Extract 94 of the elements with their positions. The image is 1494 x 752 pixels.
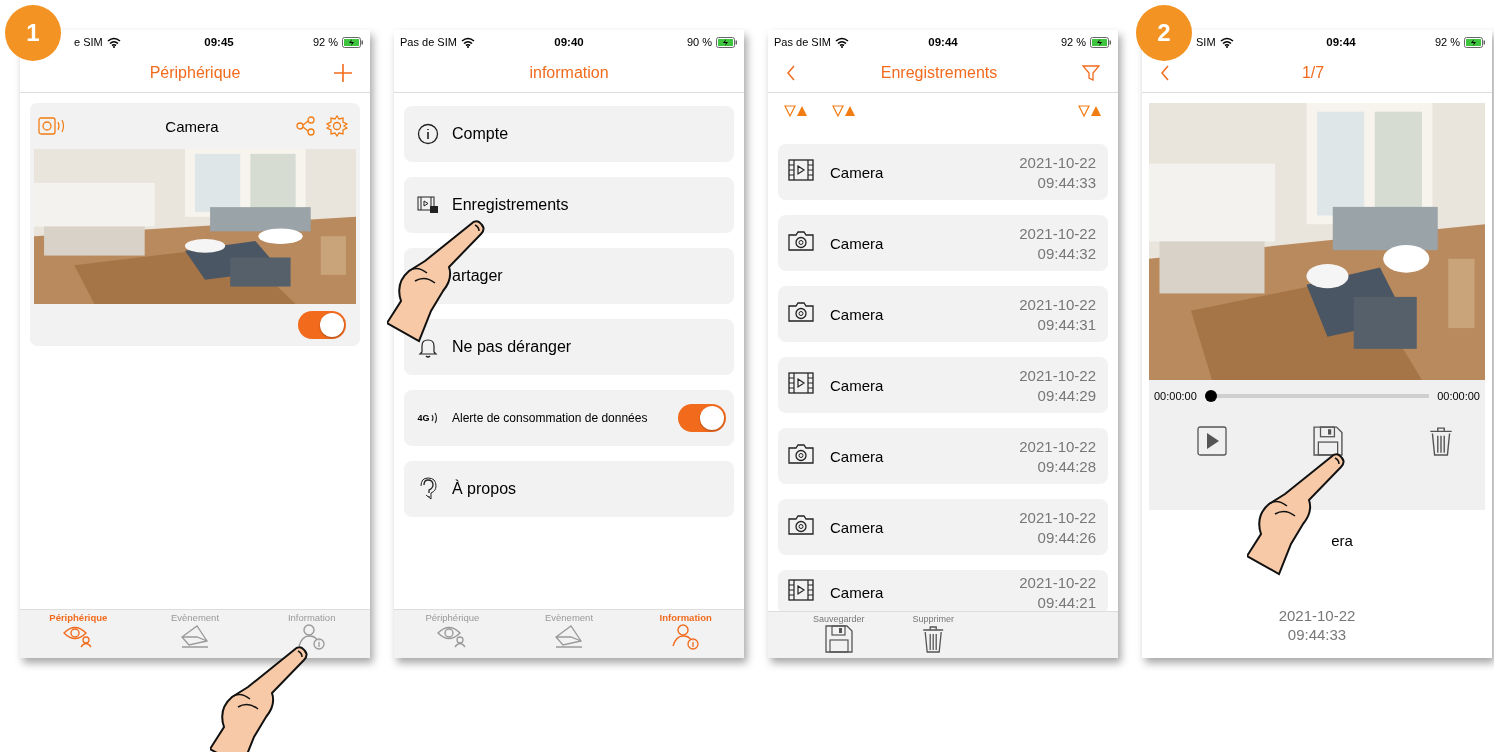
total-time: 00:00:00 (1437, 390, 1480, 402)
recording-time: 09:44:33 (1287, 626, 1347, 643)
status-time: 09:40 (554, 36, 584, 48)
battery-icon (1464, 36, 1486, 48)
recording-date: 2021-10-22 (1278, 607, 1356, 624)
wifi-icon (460, 36, 475, 48)
action-button[interactable]: Sauvegarder (813, 612, 865, 658)
save-icon[interactable] (824, 625, 853, 653)
recording-item[interactable]: Camera 2021-10-22 09:44:29 (778, 357, 1108, 413)
menu-item[interactable]: À propos (404, 461, 734, 517)
filter-icon[interactable] (1082, 65, 1100, 81)
carrier-text: Pas de SIM (400, 36, 457, 48)
sort-icon[interactable] (832, 105, 856, 117)
trash-icon[interactable] (1429, 426, 1453, 456)
person-info-icon (295, 624, 328, 650)
status-time: 09:45 (204, 36, 234, 48)
menu-item[interactable]: 4G Alerte de consommation de données (404, 390, 734, 446)
recording-date: 2021-10-22 (1019, 295, 1096, 313)
recording-item[interactable]: Camera 2021-10-22 09:44:26 (778, 499, 1108, 555)
recording-date: 2021-10-22 (1019, 224, 1096, 242)
carrier-text: SIM (1196, 36, 1216, 48)
battery-icon (342, 36, 364, 48)
screen-title: Périphérique (149, 64, 241, 82)
recording-item[interactable]: Camera 2021-10-22 09:44:21 (778, 570, 1108, 611)
screen-title: information (529, 64, 609, 82)
toggle-switch[interactable] (678, 404, 726, 432)
question-bubble-icon (418, 477, 438, 501)
back-icon[interactable] (1160, 65, 1170, 81)
elapsed-time: 00:00:00 (1154, 390, 1197, 402)
film-play-icon (788, 159, 814, 181)
status-time: 09:44 (1326, 36, 1356, 48)
screen-title: Enregistrements (880, 64, 998, 82)
add-icon[interactable] (334, 64, 352, 82)
recording-item[interactable]: Camera 2021-10-22 09:44:31 (778, 286, 1108, 342)
camera-name: Camera (164, 117, 220, 135)
camera-name: era (1330, 532, 1354, 549)
wifi-icon (106, 36, 121, 48)
bell-icon (417, 336, 439, 358)
menu-item[interactable]: Compte (404, 106, 734, 162)
battery-icon (1090, 36, 1112, 48)
wifi-icon (1219, 36, 1234, 48)
info-icon (417, 123, 439, 145)
status-time: 09:44 (928, 36, 958, 48)
recording-time: 09:44:33 (1037, 173, 1096, 191)
sort-icon[interactable] (1078, 105, 1102, 117)
wifi-icon (834, 36, 849, 48)
network-label: 4G (417, 413, 430, 423)
carrier-text: e SIM (74, 36, 103, 48)
camera-icon (788, 230, 814, 252)
signal-waves-icon (430, 412, 439, 424)
envelope-icon (179, 624, 211, 648)
settings-icon[interactable] (326, 115, 348, 137)
recording-date: 2021-10-22 (1019, 153, 1096, 171)
camera-icon (788, 301, 814, 323)
recording-time: 09:44:32 (1037, 244, 1096, 262)
screen-title: 1/7 (1301, 64, 1325, 82)
film-play-icon (788, 372, 814, 394)
save-icon[interactable] (1313, 426, 1343, 456)
step-badge: 1 (5, 5, 61, 61)
person-info-icon (669, 624, 702, 650)
battery-text: 92 % (312, 36, 338, 48)
trash-icon[interactable] (922, 625, 945, 653)
recording-item[interactable]: Camera 2021-10-22 09:44:32 (778, 215, 1108, 271)
slider-thumb[interactable] (1204, 390, 1217, 402)
battery-text: 90 % (686, 36, 712, 48)
envelope-icon (553, 624, 585, 648)
battery-text: 92 % (1060, 36, 1086, 48)
play-icon[interactable] (1197, 426, 1227, 456)
film-camera-icon (417, 195, 439, 215)
toggle-switch[interactable] (298, 311, 346, 339)
recording-item[interactable]: Camera 2021-10-22 09:44:33 (778, 144, 1108, 200)
menu-item[interactable]: Enregistrements (404, 177, 734, 233)
recording-date: 2021-10-22 (1019, 573, 1096, 591)
recording-time: 09:44:28 (1037, 457, 1096, 475)
camera-icon (788, 514, 814, 536)
sort-icon[interactable] (784, 105, 808, 117)
camera-icon (788, 443, 814, 465)
recording-time: 09:44:29 (1037, 386, 1096, 404)
back-icon[interactable] (786, 65, 796, 81)
film-play-icon (788, 579, 814, 601)
battery-icon (716, 36, 738, 48)
battery-text: 92 % (1434, 36, 1460, 48)
recording-time: 09:44:21 (1037, 593, 1096, 611)
step-badge: 2 (1136, 5, 1192, 61)
recording-date: 2021-10-22 (1019, 508, 1096, 526)
recording-time: 09:44:31 (1037, 315, 1096, 333)
share-icon[interactable] (296, 116, 316, 136)
action-button[interactable]: Supprimer (912, 612, 955, 658)
recording-item[interactable]: Camera 2021-10-22 09:44:28 (778, 428, 1108, 484)
recording-date: 2021-10-22 (1019, 437, 1096, 455)
recording-time: 09:44:26 (1037, 528, 1096, 546)
recording-date: 2021-10-22 (1019, 366, 1096, 384)
menu-item[interactable]: Ne pas déranger (404, 319, 734, 375)
carrier-text: Pas de SIM (774, 36, 831, 48)
